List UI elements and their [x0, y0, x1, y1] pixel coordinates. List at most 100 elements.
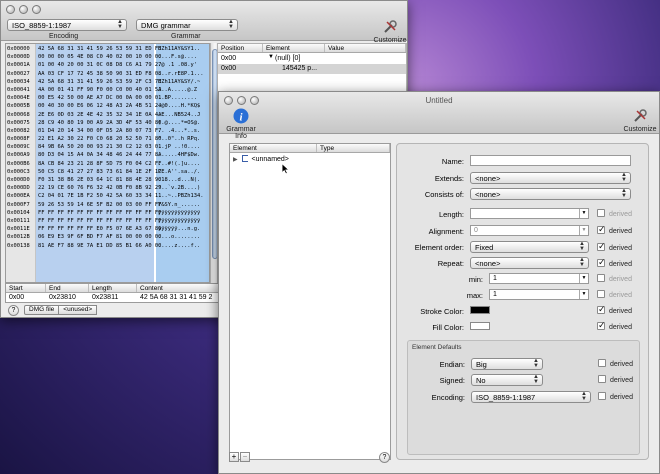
- disclosure-triangle-icon[interactable]: ▼: [268, 54, 274, 60]
- table-row[interactable]: 0x00 145425 p...: [218, 64, 406, 74]
- combo-arrow-icon[interactable]: ▼: [579, 209, 588, 218]
- hex-row[interactable]: 0x00034 42 5A 68 31 31 41 59 26 53 59 2F …: [7, 78, 209, 86]
- table-row[interactable]: 0x00 ▼ (null) [0]: [218, 54, 406, 64]
- min-label: min:: [468, 275, 483, 284]
- minimize-button[interactable]: [19, 5, 28, 14]
- hex-row[interactable]: 0x0001A 01 00 40 20 00 31 0C 08 D8 C6 A1 …: [7, 61, 209, 69]
- repeat-popup[interactable]: <none> ▲ ▼: [470, 257, 589, 269]
- min-value: 1: [493, 275, 497, 282]
- hex-offset: 0x000F7: [7, 201, 30, 208]
- hex-row[interactable]: 0x0012B 06 E9 E3 9F 6F BD F7 AF 81 00 00 …: [7, 233, 209, 241]
- alignment-value: 0: [474, 227, 478, 234]
- repeat-derived-checkbox[interactable]: derived: [597, 257, 632, 268]
- popup-arrows-icon: ▲ ▼: [621, 188, 627, 199]
- breadcrumb: DMG file <unused>: [24, 305, 98, 315]
- order-popup[interactable]: Fixed ▲ ▼: [470, 241, 589, 253]
- col-value[interactable]: Value: [325, 44, 406, 52]
- hex-row[interactable]: 0x00041 4A 00 01 41 FF 90 F0 00 C0 00 40 …: [7, 86, 209, 94]
- crumb-dmg-file[interactable]: DMG file: [24, 305, 60, 315]
- hex-row[interactable]: 0x00111 FF FF FF FF FF FF FF FF FF FF FF …: [7, 217, 209, 225]
- hex-row[interactable]: 0x0000D 00 00 00 05 4E 08 C0 40 02 00 10 …: [7, 53, 209, 61]
- stroke-derived-checkbox[interactable]: derived: [597, 304, 632, 315]
- grammar-help-button[interactable]: ?: [379, 452, 390, 463]
- encoding-derived-checkbox[interactable]: derived: [598, 392, 633, 401]
- checkbox-box: [597, 304, 606, 315]
- fill-color-well[interactable]: [470, 322, 490, 330]
- hex-row[interactable]: 0x000D0 F0 31 38 B6 2E 03 64 1C 81 88 4E …: [7, 176, 209, 184]
- hex-row[interactable]: 0x0005B 00 40 30 00 E6 06 12 48 A3 2A 4B …: [7, 102, 209, 110]
- main-customize[interactable]: Customize: [373, 19, 407, 44]
- endian-derived-checkbox[interactable]: derived: [598, 359, 633, 368]
- hex-row[interactable]: 0x00104 FF FF FF FF FF FF FF FF FF FF FF …: [7, 209, 209, 217]
- stroke-color-well[interactable]: [470, 306, 490, 314]
- close-button[interactable]: [6, 5, 15, 14]
- hex-bytes: F0 31 38 B6 2E 03 64 1C 81 88 4E 28 90: [38, 177, 162, 183]
- order-derived-checkbox[interactable]: derived: [597, 241, 632, 252]
- alignment-field[interactable]: 0 ▼: [470, 225, 589, 236]
- hex-row[interactable]: 0x00075 28 C9 40 80 19 00 A9 2A 3D 4F 53 …: [7, 119, 209, 127]
- remove-element-button[interactable]: −: [240, 452, 250, 462]
- max-field[interactable]: 1 ▼: [489, 289, 589, 300]
- element-tree[interactable]: Element Type ▶ <unnamed>: [229, 143, 391, 460]
- grammar-popup[interactable]: DMG grammar ▲ ▼: [136, 19, 238, 31]
- combo-arrow-icon[interactable]: ▼: [579, 290, 588, 299]
- disclosure-triangle-icon[interactable]: ▶: [233, 157, 238, 163]
- length-derived-checkbox[interactable]: derived: [597, 209, 632, 218]
- hex-bytes: 00 40 30 00 E6 06 12 48 A3 2A 4B 51 24: [38, 103, 162, 110]
- combo-arrow-icon[interactable]: ▼: [579, 226, 588, 235]
- hex-row[interactable]: 0x000A9 80 D3 04 15 A4 0A 34 48 46 24 44 …: [7, 151, 209, 159]
- crumb-unused[interactable]: <unused>: [59, 305, 98, 315]
- hex-row[interactable]: 0x00082 01 D4 20 14 34 00 0F D5 2A 80 07 …: [7, 127, 209, 135]
- add-element-button[interactable]: +: [229, 452, 239, 462]
- combo-arrow-icon[interactable]: ▼: [579, 274, 588, 283]
- tree-item[interactable]: ▶ <unnamed>: [233, 155, 289, 163]
- defaults-encoding-popup[interactable]: ISO_8859-1:1987 ▲ ▼: [471, 391, 591, 403]
- derived-label: derived: [609, 292, 632, 299]
- hex-row[interactable]: 0x0008F 22 E1 A2 30 22 F0 C0 68 20 52 50 …: [7, 135, 209, 143]
- fill-derived-checkbox[interactable]: derived: [597, 320, 632, 331]
- hex-row[interactable]: 0x00068 2E E6 0D 03 2E 4E 42 35 32 34 1E …: [7, 111, 209, 119]
- main-help-button[interactable]: ?: [8, 305, 19, 316]
- grammar-customize-button[interactable]: Customize: [623, 108, 657, 133]
- min-field[interactable]: 1 ▼: [489, 273, 589, 284]
- encoding-popup[interactable]: ISO_8859-1:1987 ▲ ▼: [7, 19, 127, 31]
- signed-popup[interactable]: No ▲ ▼: [471, 374, 543, 386]
- hex-row[interactable]: 0x000DD 22 19 CE 60 76 F6 32 42 0B F0 8B …: [7, 184, 209, 192]
- hex-bytes: C2 04 01 7E 1B F2 50 42 5A 60 33 34 11: [38, 193, 162, 200]
- zoom-button[interactable]: [32, 5, 41, 14]
- hex-row[interactable]: 0x000F7 59 26 53 59 14 6E 5F B2 00 03 00 …: [7, 201, 209, 209]
- hex-bytes: 81 AE F7 88 9E 7A E1 DD 85 B1 66 A0 00: [38, 242, 162, 249]
- popup-arrows-icon: ▲ ▼: [533, 358, 539, 369]
- checkbox-box: [597, 257, 606, 268]
- alignment-derived-checkbox[interactable]: derived: [597, 224, 632, 235]
- hex-row[interactable]: 0x0009C 84 9B 6A 50 20 00 93 21 30 C2 12 …: [7, 143, 209, 151]
- hex-row[interactable]: 0x0004E 00 E5 42 50 00 AE A7 DC 00 0A 00 …: [7, 94, 209, 102]
- hex-offset: 0x00041: [7, 86, 30, 93]
- signed-derived-checkbox[interactable]: derived: [598, 375, 633, 384]
- min-derived-checkbox[interactable]: derived: [597, 274, 632, 283]
- name-field[interactable]: [470, 155, 631, 166]
- hex-row[interactable]: 0x000B6 8A CB 84 23 21 28 8F 5D 75 F0 04 …: [7, 160, 209, 168]
- hex-ascii: .....z....f..: [158, 242, 201, 249]
- hex-view[interactable]: 0x00000 42 5A 68 31 31 41 59 26 53 59 31 …: [5, 43, 210, 283]
- col-element[interactable]: Element: [263, 44, 325, 52]
- length-field[interactable]: ▼: [470, 208, 589, 219]
- hex-row[interactable]: 0x0011E FF FF FF FF FF FF E0 F5 07 6E A3 …: [7, 225, 209, 233]
- col-element[interactable]: Element: [230, 144, 317, 152]
- hex-row[interactable]: 0x00000 42 5A 68 31 31 41 59 26 53 59 31 …: [7, 45, 209, 53]
- col-type[interactable]: Type: [317, 144, 390, 152]
- name-label: Name:: [441, 157, 464, 166]
- col-position[interactable]: Position: [218, 44, 263, 52]
- hex-row[interactable]: 0x000C3 50 C5 C8 41 27 27 83 73 61 84 1E …: [7, 168, 209, 176]
- grammar-info-button[interactable]: i Grammar Info: [221, 108, 261, 140]
- hex-row[interactable]: 0x00027 AA 03 CF 17 72 45 38 50 90 31 ED …: [7, 70, 209, 78]
- endian-popup[interactable]: Big ▲ ▼: [471, 358, 543, 370]
- extends-popup[interactable]: <none> ▲ ▼: [470, 172, 631, 184]
- hex-row[interactable]: 0x00138 81 AE F7 88 9E 7A E1 DD 85 B1 66 …: [7, 242, 209, 250]
- consists-popup[interactable]: <none> ▲ ▼: [470, 188, 631, 200]
- hex-row[interactable]: 0x000EA C2 04 01 7E 1B F2 50 42 5A 60 33 …: [7, 192, 209, 200]
- sel-length: 0x23811: [92, 294, 119, 301]
- popup-arrows-icon: ▲ ▼: [579, 241, 585, 252]
- max-derived-checkbox[interactable]: derived: [597, 290, 632, 299]
- hex-offset: 0x000B6: [7, 160, 30, 167]
